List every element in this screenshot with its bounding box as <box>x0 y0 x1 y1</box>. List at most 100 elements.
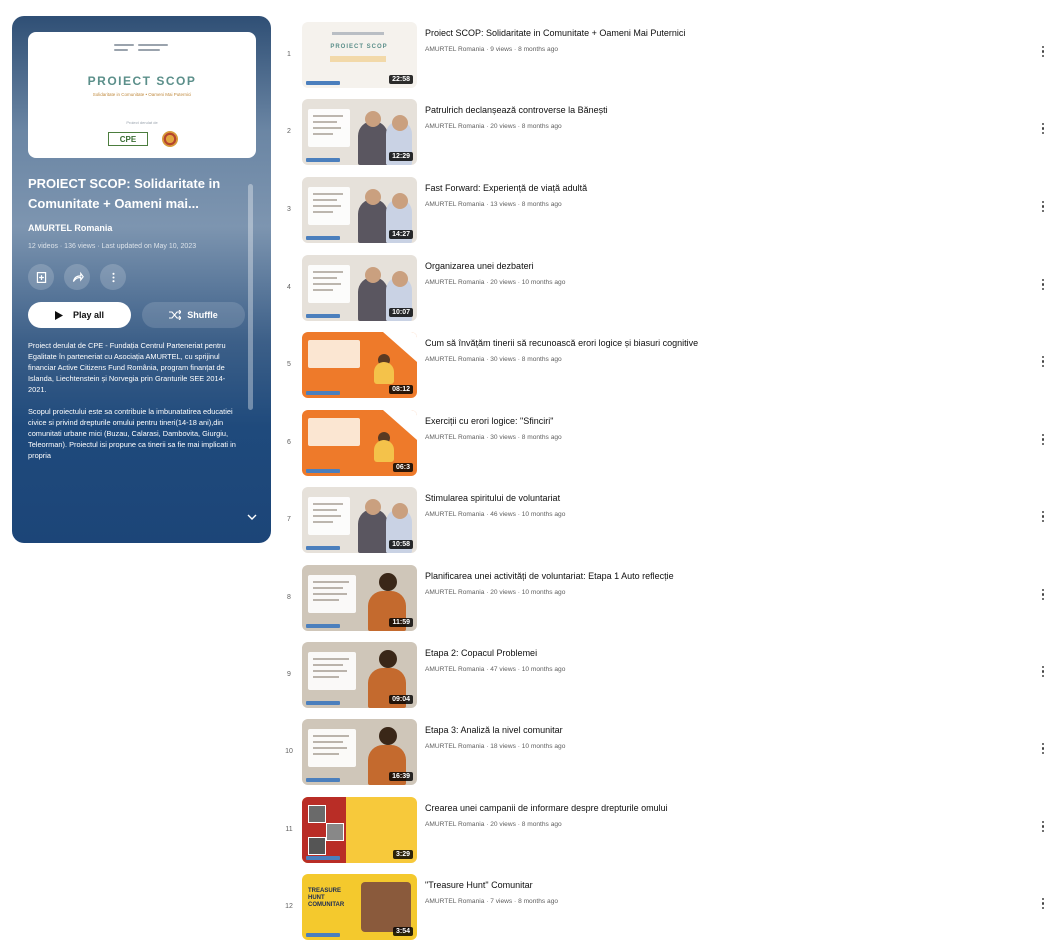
play-all-button[interactable]: Play all <box>28 302 131 328</box>
video-duration-badge: 16:39 <box>389 772 413 781</box>
playlist-video-row[interactable]: 10 16:39 Etapa 3: Analiză la nivel comunit… <box>280 719 1050 789</box>
video-title[interactable]: Fast Forward: Experiență de viață adultă <box>425 183 587 193</box>
video-title[interactable]: Etapa 2: Copacul Problemei <box>425 648 537 658</box>
partner-logos <box>114 42 172 56</box>
more-vertical-icon[interactable] <box>1040 511 1046 525</box>
video-title[interactable]: Exerciții cu erori logice: "Sfinciri" <box>425 416 553 426</box>
video-thumbnail[interactable]: 06:3 <box>302 410 417 476</box>
video-title[interactable]: "Treasure Hunt" Comunitar <box>425 880 533 890</box>
playlist-title: PROIECT SCOP: Solidaritate in Comunitate… <box>28 176 221 211</box>
playlist-video-row[interactable]: 5 08:12 Cum să învățăm tinerii să recunoas… <box>280 332 1050 402</box>
play-icon <box>54 310 63 320</box>
video-index: 12 <box>285 903 293 910</box>
video-title[interactable]: Cum să învățăm tinerii să recunoască ero… <box>425 338 698 348</box>
video-thumbnail[interactable]: 10:07 <box>302 255 417 321</box>
playlist-video-row[interactable]: 1 PROIECT SCOP 22:58 Proiect SCOP: Solidari… <box>280 22 1050 92</box>
more-vertical-icon[interactable] <box>1040 743 1046 757</box>
video-thumbnail[interactable]: 16:39 <box>302 719 417 785</box>
cover-funded-by: Proiect derulat de <box>126 120 158 125</box>
playlist-video-row[interactable]: 2 12:29 Patrulrich declanșează controverse… <box>280 99 1050 169</box>
more-vertical-icon[interactable] <box>1040 201 1046 215</box>
video-meta: AMURTEL Romania · 20 views · 10 months a… <box>425 589 566 596</box>
playlist-video-row[interactable]: 7 10:58 Stimularea spiritului de voluntari… <box>280 487 1050 557</box>
video-thumbnail[interactable]: 12:29 <box>302 99 417 165</box>
playlist-video-row[interactable]: 6 06:3 Exerciții cu erori logice: "Sfincir… <box>280 410 1050 480</box>
video-index: 1 <box>287 51 291 58</box>
shuffle-button[interactable]: Shuffle <box>142 302 245 328</box>
video-index: 7 <box>287 516 291 523</box>
more-vertical-icon <box>111 272 115 282</box>
more-vertical-icon[interactable] <box>1040 821 1046 835</box>
more-options-button[interactable] <box>100 264 126 290</box>
video-title[interactable]: Proiect SCOP: Solidaritate in Comunitate… <box>425 28 685 38</box>
video-duration-badge: 3:54 <box>392 927 413 936</box>
description-scrollbar[interactable] <box>248 184 253 410</box>
more-vertical-icon[interactable] <box>1040 356 1046 370</box>
save-to-library-icon <box>36 271 46 283</box>
video-duration-badge: 09:04 <box>389 695 413 704</box>
video-thumbnail[interactable]: 08:12 <box>302 332 417 398</box>
more-vertical-icon[interactable] <box>1040 898 1046 912</box>
playlist-video-row[interactable]: 3 14:27 Fast Forward: Experiență de viață … <box>280 177 1050 247</box>
playlist-header-panel: PROIECT SCOP Solidaritate in Comunitate … <box>12 16 271 543</box>
video-duration-badge: 11:59 <box>389 618 413 627</box>
video-thumbnail[interactable]: 10:58 <box>302 487 417 553</box>
video-index: 2 <box>287 128 291 135</box>
video-thumbnail[interactable]: 3:29 <box>302 797 417 863</box>
playlist-video-row[interactable]: 8 11:59 Planificarea unei activități de vo… <box>280 565 1050 635</box>
share-icon <box>72 271 84 282</box>
video-thumbnail[interactable]: 09:04 <box>302 642 417 708</box>
playlist-video-row[interactable]: 9 09:04 Etapa 2: Copacul Problemei AMURTEL … <box>280 642 1050 712</box>
video-duration-badge: 06:3 <box>392 463 413 472</box>
video-duration-badge: 14:27 <box>389 230 413 239</box>
video-duration-badge: 3:29 <box>392 850 413 859</box>
more-vertical-icon[interactable] <box>1040 589 1046 603</box>
playlist-video-row[interactable]: 4 10:07 Organizarea unei dezbateri AMURTEL … <box>280 255 1050 325</box>
playlist-owner[interactable]: AMURTEL Romania <box>28 223 112 233</box>
video-title[interactable]: Planificarea unei activități de voluntar… <box>425 571 674 581</box>
playlist-meta: 12 videos · 136 views · Last updated on … <box>28 243 197 250</box>
video-thumbnail[interactable]: 11:59 <box>302 565 417 631</box>
cpe-logo: CPE <box>108 132 148 146</box>
save-button[interactable] <box>28 264 54 290</box>
more-vertical-icon[interactable] <box>1040 46 1046 60</box>
shuffle-label: Shuffle <box>187 310 218 320</box>
video-index: 8 <box>287 594 291 601</box>
video-title[interactable]: Patrulrich declanșează controverse la Bă… <box>425 105 608 115</box>
video-index: 4 <box>287 284 291 291</box>
playlist-video-row[interactable]: 11 3:29 Crearea unei campanii de informare… <box>280 797 1050 867</box>
playlist-cover-image[interactable]: PROIECT SCOP Solidaritate in Comunitate … <box>28 32 256 158</box>
video-meta: AMURTEL Romania · 13 views · 8 months ag… <box>425 201 562 208</box>
video-index: 3 <box>287 206 291 213</box>
playlist-description: Proiect derulat de CPE - Fundația Centru… <box>28 340 243 536</box>
playlist-video-row[interactable]: 12 TREASURE HUNT COMUNITAR 3:54 "Treasure Hun… <box>280 874 1050 940</box>
video-title[interactable]: Etapa 3: Analiză la nivel comunitar <box>425 725 563 735</box>
video-thumbnail[interactable]: PROIECT SCOP 22:58 <box>302 22 417 88</box>
video-title[interactable]: Organizarea unei dezbateri <box>425 261 534 271</box>
seal-logo <box>162 131 178 147</box>
video-duration-badge: 10:07 <box>389 308 413 317</box>
video-meta: AMURTEL Romania · 20 views · 8 months ag… <box>425 821 562 828</box>
video-index: 9 <box>287 671 291 678</box>
video-meta: AMURTEL Romania · 46 views · 10 months a… <box>425 511 566 518</box>
video-thumbnail[interactable]: TREASURE HUNT COMUNITAR 3:54 <box>302 874 417 940</box>
playlist-actions <box>28 264 126 290</box>
video-index: 5 <box>287 361 291 368</box>
video-title[interactable]: Stimularea spiritului de voluntariat <box>425 493 560 503</box>
description-paragraph-2: Scopul proiectului este sa contribuie la… <box>28 407 236 460</box>
video-thumbnail[interactable]: 14:27 <box>302 177 417 243</box>
share-button[interactable] <box>64 264 90 290</box>
more-vertical-icon[interactable] <box>1040 279 1046 293</box>
play-all-label: Play all <box>72 310 105 320</box>
more-vertical-icon[interactable] <box>1040 434 1046 448</box>
more-vertical-icon[interactable] <box>1040 666 1046 680</box>
cover-title: PROIECT SCOP <box>87 74 197 88</box>
video-index: 11 <box>285 826 293 833</box>
video-duration-badge: 10:58 <box>389 540 413 549</box>
video-meta: AMURTEL Romania · 9 views · 8 months ago <box>425 46 559 53</box>
video-index: 10 <box>285 748 293 755</box>
more-vertical-icon[interactable] <box>1040 123 1046 137</box>
video-meta: AMURTEL Romania · 47 views · 10 months a… <box>425 666 566 673</box>
video-title[interactable]: Crearea unei campanii de informare despr… <box>425 803 668 813</box>
chevron-down-icon[interactable] <box>247 513 257 521</box>
